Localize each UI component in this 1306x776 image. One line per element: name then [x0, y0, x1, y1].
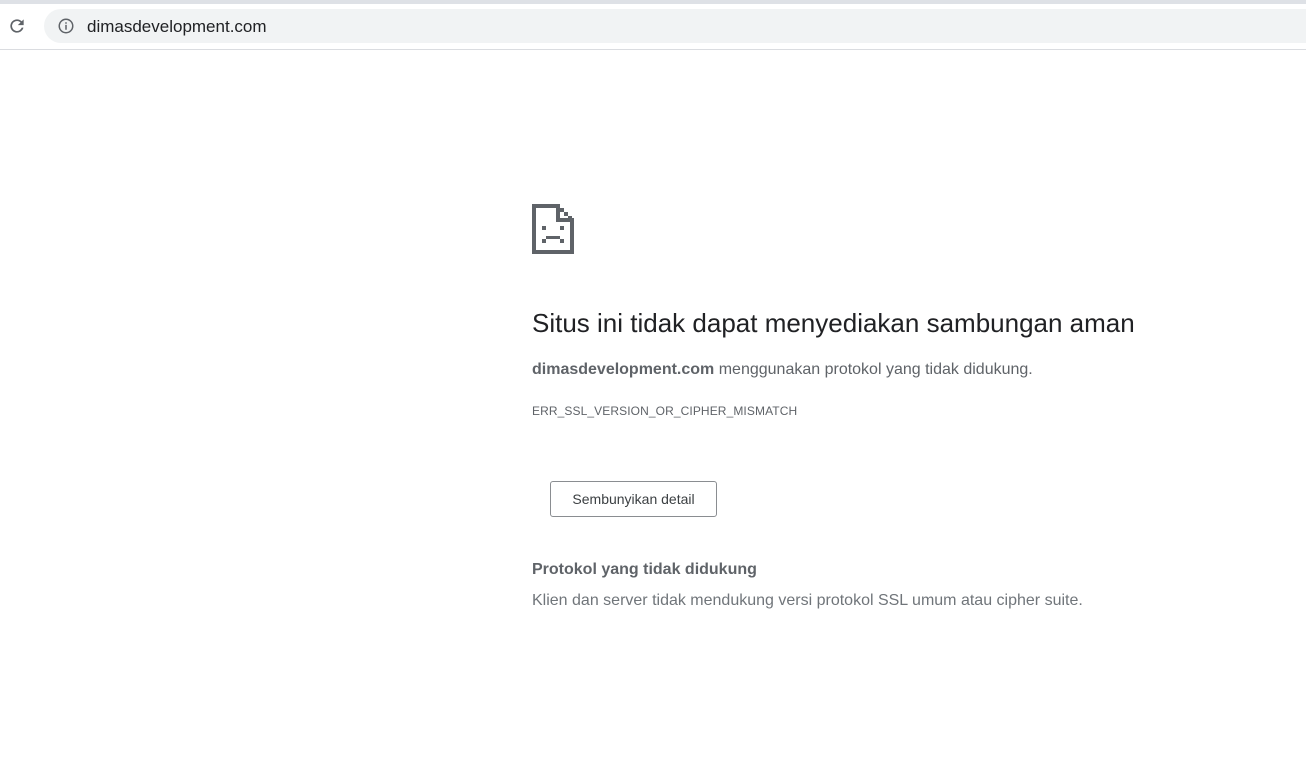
error-code: ERR_SSL_VERSION_OR_CIPHER_MISMATCH	[532, 404, 798, 418]
browser-toolbar: dimasdevelopment.com	[0, 0, 1306, 50]
error-domain: dimasdevelopment.com	[532, 361, 715, 378]
info-icon[interactable]	[57, 17, 75, 35]
url-text[interactable]: dimasdevelopment.com	[87, 17, 267, 37]
reload-icon	[10, 19, 24, 33]
error-message-suffix: menggunakan protokol yang tidak didukung…	[714, 361, 1033, 378]
hide-details-button[interactable]: Sembunyikan detail	[550, 481, 717, 517]
error-message: dimasdevelopment.com menggunakan protoko…	[532, 359, 1033, 381]
address-bar[interactable]: dimasdevelopment.com	[44, 9, 1306, 43]
details-text: Klien dan server tidak mendukung versi p…	[532, 592, 1083, 609]
reload-button[interactable]	[5, 14, 29, 38]
details-heading: Protokol yang tidak didukung	[532, 561, 757, 578]
sad-document-icon	[532, 204, 574, 254]
error-heading: Situs ini tidak dapat menyediakan sambun…	[532, 308, 1135, 338]
